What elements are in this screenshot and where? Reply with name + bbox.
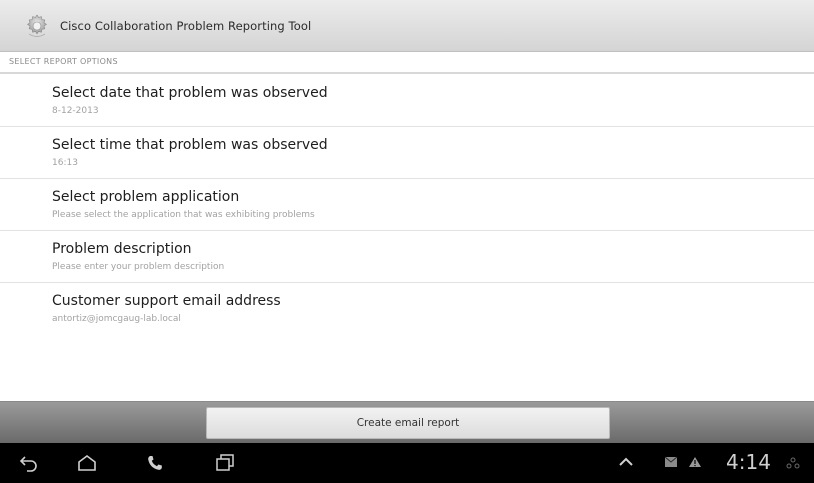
network-icon xyxy=(786,457,800,469)
option-time[interactable]: Select time that problem was observed 16… xyxy=(0,127,814,179)
email-icon xyxy=(664,456,678,468)
option-summary: Please enter your problem description xyxy=(52,262,225,272)
option-support-email[interactable]: Customer support email address antortiz@… xyxy=(0,283,814,335)
option-title: Customer support email address xyxy=(52,293,281,309)
option-date[interactable]: Select date that problem was observed 8-… xyxy=(0,75,814,127)
app-title: Cisco Collaboration Problem Reporting To… xyxy=(60,18,312,33)
action-bar: Create email report xyxy=(0,401,814,443)
option-title: Select time that problem was observed xyxy=(52,137,328,153)
warning-icon xyxy=(688,456,702,468)
option-summary: antortiz@jomcgaug-lab.local xyxy=(52,314,181,324)
option-application[interactable]: Select problem application Please select… xyxy=(0,179,814,231)
option-summary: Please select the application that was e… xyxy=(52,210,315,220)
system-nav-bar: 4:14 xyxy=(0,443,814,483)
phone-icon[interactable] xyxy=(142,451,168,475)
title-bar: Cisco Collaboration Problem Reporting To… xyxy=(0,0,814,52)
report-options-list: Select date that problem was observed 8-… xyxy=(0,75,814,335)
option-title: Select date that problem was observed xyxy=(52,85,328,101)
option-description[interactable]: Problem description Please enter your pr… xyxy=(0,231,814,283)
create-email-report-button[interactable]: Create email report xyxy=(206,407,610,439)
chevron-up-icon[interactable] xyxy=(618,455,634,469)
home-icon[interactable] xyxy=(74,451,100,475)
option-title: Select problem application xyxy=(52,189,240,205)
back-icon[interactable] xyxy=(16,451,42,475)
option-title: Problem description xyxy=(52,241,192,257)
clock: 4:14 xyxy=(726,450,771,474)
gear-icon xyxy=(22,11,52,41)
recent-apps-icon[interactable] xyxy=(212,451,238,475)
section-header: SELECT REPORT OPTIONS xyxy=(0,53,814,74)
app-window: Cisco Collaboration Problem Reporting To… xyxy=(0,0,814,483)
section-header-label: SELECT REPORT OPTIONS xyxy=(9,57,118,66)
option-summary: 16:13 xyxy=(52,158,78,168)
option-summary: 8-12-2013 xyxy=(52,106,99,116)
